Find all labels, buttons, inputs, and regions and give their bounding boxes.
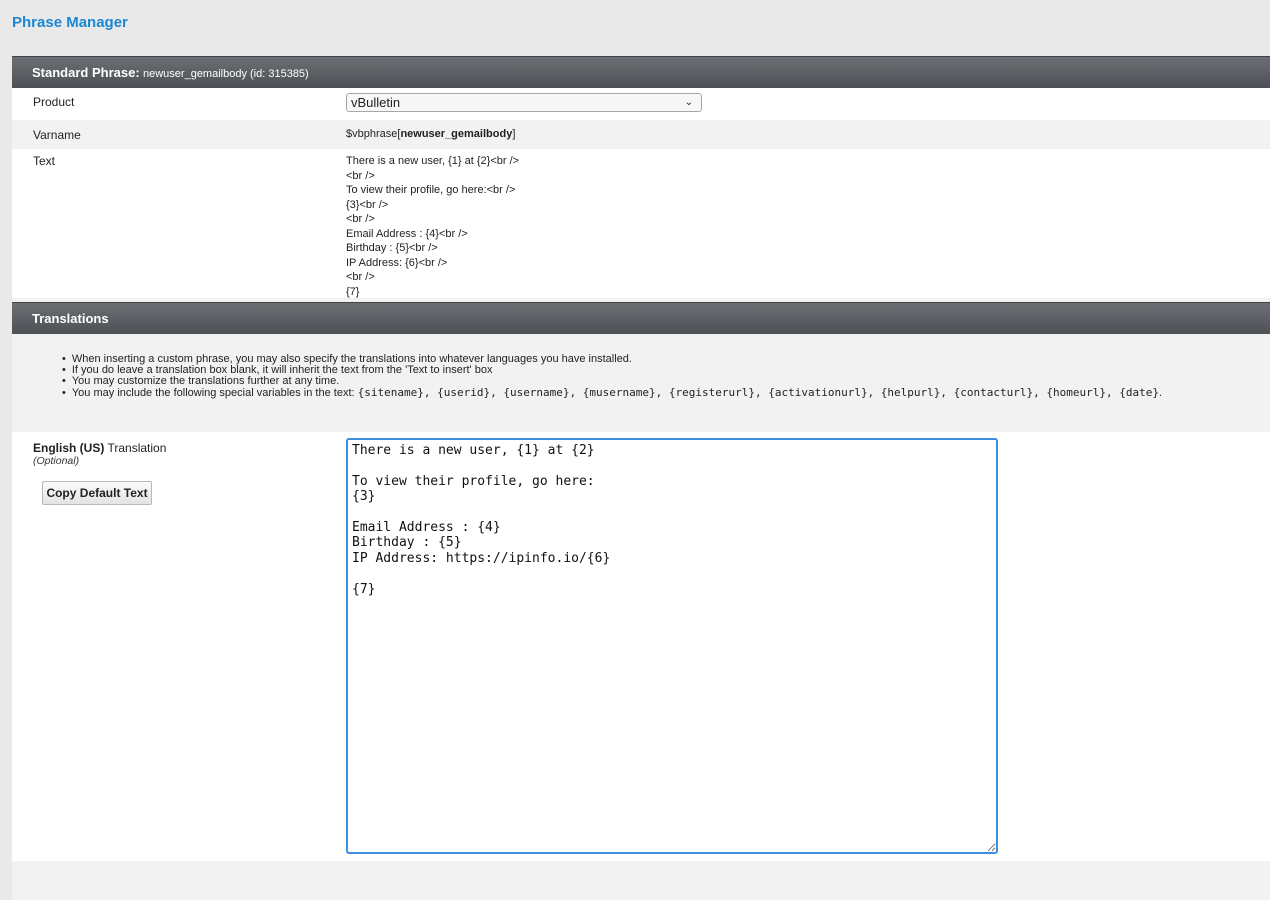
varname-label: Varname	[33, 128, 81, 142]
default-text-block: There is a new user, {1} at {2}<br /> <b…	[346, 154, 519, 299]
translation-row: English (US) Translation (Optional) Copy…	[12, 432, 1270, 861]
text-line: Birthday : {5}<br />	[346, 242, 438, 254]
varname-row: Varname $vbphrase[newuser_gemailbody]	[12, 120, 1270, 149]
translation-language-label: English (US) Translation	[33, 441, 166, 455]
text-label: Text	[33, 154, 56, 168]
phrase-id-detail: newuser_gemailbody (id: 315385)	[143, 68, 309, 80]
translations-header: Translations	[12, 302, 1270, 334]
text-line: <br />	[346, 213, 375, 225]
translation-notes: When inserting a custom phrase, you may …	[62, 354, 1162, 399]
text-line: <br />	[346, 271, 375, 283]
optional-label: (Optional)	[33, 455, 80, 467]
text-line: IP Address: {6}<br />	[346, 256, 448, 269]
translation-textarea[interactable]	[346, 438, 998, 854]
standard-phrase-label: Standard Phrase:	[32, 65, 140, 80]
copy-default-text-button[interactable]: Copy Default Text	[42, 481, 152, 505]
language-name: English (US)	[33, 441, 105, 455]
varname-prefix: $vbphrase[	[346, 128, 401, 140]
note-variables-text: You may include the following special va…	[71, 387, 355, 399]
translations-title: Translations	[32, 311, 109, 326]
text-line: There is a new user, {1} at {2}<br />	[346, 155, 520, 167]
translation-word: Translation	[104, 441, 167, 455]
text-line: {7}	[346, 285, 360, 298]
text-line: Email Address : {4}<br />	[346, 227, 468, 240]
text-line: To view their profile, go here:<br />	[346, 184, 516, 196]
varname-value: $vbphrase[newuser_gemailbody]	[346, 128, 515, 140]
special-variables-list: {sitename}, {userid}, {username}, {muser…	[357, 386, 1159, 399]
varname-suffix: ]	[512, 128, 516, 140]
text-line: {3}<br />	[346, 198, 389, 211]
note-item-variables: You may include the following special va…	[62, 387, 1162, 399]
varname-name: newuser_gemailbody	[400, 128, 513, 140]
standard-phrase-header: Standard Phrase: newuser_gemailbody (id:…	[12, 56, 1270, 88]
product-select[interactable]: vBulletin ⌄	[346, 93, 702, 112]
phrase-panel: Standard Phrase: newuser_gemailbody (id:…	[12, 56, 1270, 900]
product-label: Product	[33, 95, 75, 109]
text-row: Text There is a new user, {1} at {2}<br …	[12, 149, 1270, 298]
page-title: Phrase Manager	[12, 14, 128, 31]
chevron-down-icon: ⌄	[684, 97, 693, 108]
product-select-value: vBulletin	[351, 95, 401, 110]
text-line: <br />	[346, 169, 375, 182]
product-row: Product vBulletin ⌄	[12, 88, 1270, 120]
